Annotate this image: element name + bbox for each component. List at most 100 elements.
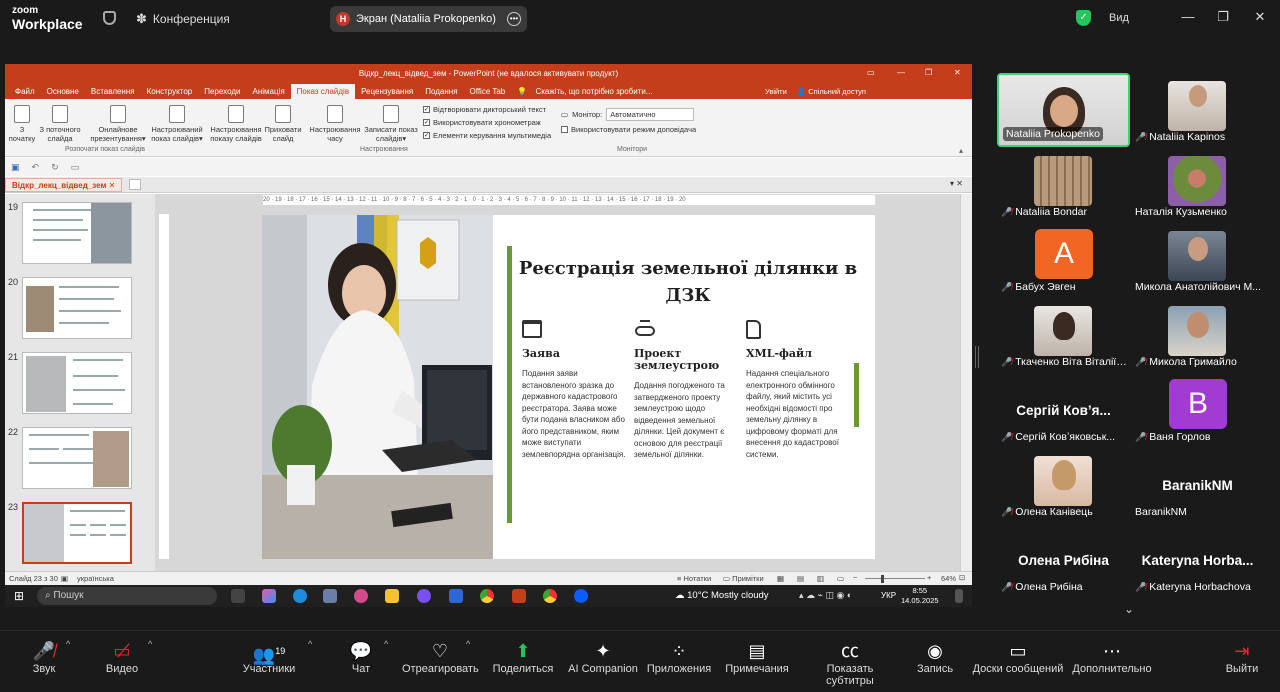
meeting-info-button[interactable]: ✽ Конференция — [136, 11, 230, 27]
participant-tile[interactable]: Микола Анатолійович М... — [1131, 223, 1264, 297]
ai-companion-button[interactable]: ✦ AI Companion — [568, 639, 638, 675]
leave-button[interactable]: ⇥ Выйти — [1222, 639, 1262, 675]
tab-animations[interactable]: Анімація — [246, 84, 290, 99]
reading-view-icon[interactable]: ▥ — [817, 574, 824, 583]
captions-button[interactable]: ㏄ Показать субтитры — [802, 639, 898, 687]
save-icon[interactable]: ▣ — [11, 162, 20, 173]
copilot-icon[interactable] — [262, 589, 276, 603]
participant-tile[interactable]: Наталія Кузьменко — [1131, 148, 1264, 222]
chat-button[interactable]: 💬 Чат — [346, 639, 376, 675]
participants-chevron-icon[interactable]: ^ — [308, 639, 312, 649]
whiteboards-button[interactable]: ▭ Доски сообщений — [972, 639, 1064, 675]
participant-tile[interactable]: Kateryna Horba... 🎤̸ Kateryna Horbachova — [1131, 523, 1264, 597]
hide-slide-button[interactable]: Приховати слайд — [263, 105, 303, 143]
participant-tile[interactable]: Nataliia Prokopenko — [997, 73, 1130, 147]
task-view-icon[interactable] — [231, 589, 245, 603]
view-button[interactable]: Вид — [1109, 12, 1129, 24]
monitor-select[interactable]: Автоматично — [606, 108, 695, 121]
fit-slide-icon[interactable]: ⊡ — [959, 573, 965, 582]
tab-list-icon[interactable]: ▾ ✕ — [950, 179, 963, 188]
tab-home[interactable]: Основне — [41, 84, 85, 99]
tab-slideshow[interactable]: Показ слайдів — [290, 84, 356, 99]
gallery-next-page-icon[interactable]: ⌄ — [1124, 602, 1134, 616]
thumbnail-slide[interactable] — [22, 352, 132, 414]
ppt-minimize-icon[interactable]: — — [897, 68, 905, 77]
video-options-chevron-icon[interactable]: ^ — [148, 639, 152, 649]
windows-search-box[interactable]: ⌕ Пошук — [37, 587, 217, 605]
notifications-icon[interactable] — [955, 589, 963, 603]
screen-share-pill[interactable]: H Экран (Nataliia Prokopenko) ••• — [330, 6, 527, 32]
undo-icon[interactable]: ↶ — [32, 162, 40, 173]
tab-design[interactable]: Конструктор — [141, 84, 199, 99]
store-icon[interactable] — [323, 589, 337, 603]
video-button[interactable]: ▭̸ Видео — [100, 639, 144, 675]
participant-tile[interactable]: 🎤̸ Nataliia Kapinos — [1131, 73, 1264, 147]
comments-button[interactable]: ▭ Примітки — [723, 574, 764, 583]
language-indicator[interactable]: УКР — [881, 591, 896, 600]
reactions-chevron-icon[interactable]: ^ — [466, 639, 470, 649]
timings-checkbox[interactable]: ✓ Використовувати хронометраж — [423, 116, 551, 129]
viber-icon[interactable] — [417, 589, 431, 603]
narration-checkbox[interactable]: ✓ Відтворювати дикторський текст — [423, 103, 551, 116]
zoom-taskbar-icon[interactable] — [574, 589, 588, 603]
thumbnail-slide[interactable] — [22, 202, 132, 264]
tab-review[interactable]: Рецензування — [355, 84, 419, 99]
record-show-button[interactable]: Записати показ слайдів▾ — [361, 105, 421, 143]
powerpoint-icon[interactable] — [512, 589, 526, 603]
close-icon[interactable]: ✕ — [1250, 9, 1270, 25]
custom-show-button[interactable]: Настроюваний показ слайдів▾ — [145, 105, 209, 143]
panel-splitter[interactable] — [975, 346, 979, 368]
ribbon-display-icon[interactable]: ▭ — [867, 68, 875, 77]
participant-tile[interactable]: 🎤̸ Nataliia Bondar — [997, 148, 1130, 222]
shield-icon[interactable] — [103, 11, 116, 25]
from-current-button[interactable]: З поточного слайда — [35, 105, 85, 143]
thumbnail-slide-selected[interactable] — [22, 502, 132, 564]
participant-tile[interactable]: B 🎤̸ Ваня Горлов — [1131, 373, 1264, 447]
system-tray-icons[interactable]: ▴ ☁ ⌁ ◫ ◉ ◐ — [799, 590, 852, 601]
participant-tile[interactable]: Олена Рибіна 🎤̸ Олена Рибіна — [997, 523, 1130, 597]
tab-office[interactable]: Office Tab — [464, 84, 512, 99]
doc-tab[interactable]: Відкр_лекц_відвед_зем ✕ — [5, 178, 123, 192]
explorer-icon[interactable] — [385, 589, 399, 603]
chrome-icon[interactable] — [480, 589, 494, 603]
participant-tile[interactable]: BaranikNM BaranikNM — [1131, 448, 1264, 522]
security-shield-icon[interactable]: ✓ — [1076, 10, 1091, 26]
zoom-slider[interactable] — [865, 578, 925, 579]
slideshow-view-icon[interactable]: ▭ — [837, 574, 844, 583]
audio-button[interactable]: 🎤̸ Звук — [24, 639, 64, 675]
more-button[interactable]: ⋯ Дополнительно — [1072, 639, 1152, 675]
participant-tile[interactable]: Сергій Ков’я... 🎤̸ Сергій Ковʼяковськ... — [997, 373, 1130, 447]
from-beginning-button[interactable]: Зпочатку — [7, 105, 37, 143]
tab-transitions[interactable]: Переходи — [198, 84, 246, 99]
thumbnail-slide[interactable] — [22, 277, 132, 339]
minimize-icon[interactable]: — — [1178, 9, 1198, 24]
tab-view[interactable]: Подання — [419, 84, 463, 99]
setup-show-button[interactable]: Настроювання показу слайдів — [207, 105, 265, 143]
sign-in-link[interactable]: Увійти — [765, 87, 787, 96]
edge-icon[interactable] — [293, 589, 307, 603]
weather-widget[interactable]: ☁ 10°C Mostly cloudy — [675, 590, 769, 601]
present-online-button[interactable]: Онлайнове презентування▾ — [87, 105, 149, 143]
record-button[interactable]: ◉ Запись — [914, 639, 956, 675]
slideshow-start-icon[interactable]: ▭ — [71, 162, 80, 173]
normal-view-icon[interactable]: ▦ — [777, 574, 784, 583]
media-controls-checkbox[interactable]: ✓ Елементи керування мультимедіа — [423, 129, 551, 142]
spellcheck-icon[interactable]: ▣ — [61, 574, 68, 583]
sorter-view-icon[interactable]: ▤ — [797, 574, 804, 583]
collapse-ribbon-icon[interactable]: ▴ — [959, 146, 963, 155]
rehearse-timings-button[interactable]: Настроювання часу — [307, 105, 363, 143]
participant-tile[interactable]: A 🎤̸ Бабух Эвген — [997, 223, 1130, 297]
tell-me-box[interactable]: 💡 Скажіть, що потрібно зробити... — [511, 84, 664, 99]
tab-insert[interactable]: Вставлення — [85, 84, 141, 99]
app-icon[interactable] — [354, 589, 368, 603]
chrome-profile-icon[interactable] — [543, 589, 557, 603]
defender-icon[interactable] — [449, 589, 463, 603]
clock[interactable]: 8:55 14.05.2025 — [901, 586, 939, 606]
chat-chevron-icon[interactable]: ^ — [384, 639, 388, 649]
windows-start-icon[interactable]: ⊞ — [14, 589, 24, 603]
share-screen-button[interactable]: ⬆ Поделиться — [492, 639, 554, 675]
zoom-slider-thumb[interactable] — [881, 575, 884, 583]
participant-tile[interactable]: 🎤̸ Ткаченко Віта Віталіїв... — [997, 298, 1130, 372]
notes-button[interactable]: ≡ Нотатки — [677, 574, 711, 583]
maximize-icon[interactable]: ❐ — [1213, 9, 1233, 25]
